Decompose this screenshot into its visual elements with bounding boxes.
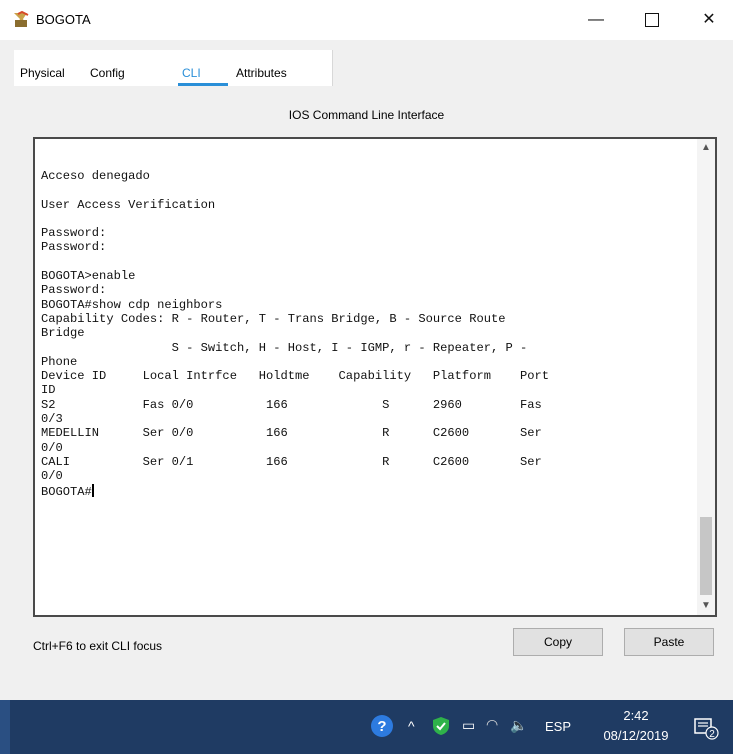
taskbar-app-indicator[interactable] (0, 700, 10, 754)
clock-time[interactable]: 2:42 (606, 708, 666, 723)
input-language[interactable]: ESP (545, 719, 571, 734)
terminal-line: Password: (41, 240, 107, 255)
scrollbar-thumb[interactable] (700, 517, 712, 595)
maximize-icon (645, 12, 659, 27)
terminal-line: S2 Fas 0/0 166 S 2960 Fas (41, 397, 542, 412)
terminal-line: CALI Ser 0/1 166 R C2600 Ser (41, 454, 542, 469)
terminal-line: ID (41, 383, 56, 398)
terminal-line: BOGOTA#show cdp neighbors (41, 297, 223, 312)
windows-taskbar: ? ^ ▭ ◠ 🔈 ESP 2:42 08/12/2019 2 (0, 700, 733, 754)
notification-count: 2 (709, 729, 715, 740)
window-title: BOGOTA (36, 12, 91, 27)
terminal-prompt-line[interactable]: BOGOTA# (41, 483, 691, 499)
paste-button[interactable]: Paste (624, 628, 714, 656)
help-icon[interactable]: ? (370, 714, 394, 738)
terminal-line: Bridge (41, 326, 85, 341)
terminal-prompt: BOGOTA# (41, 484, 92, 499)
cli-terminal[interactable]: Acceso denegado User Access Verification… (33, 137, 717, 617)
show-hidden-icons-icon[interactable]: ^ (408, 718, 415, 734)
tab-config[interactable]: Config (90, 66, 125, 80)
terminal-line: User Access Verification (41, 197, 216, 212)
close-button[interactable]: ✕ (697, 8, 721, 32)
maximize-button[interactable] (640, 8, 664, 32)
terminal-line: Password: (41, 283, 107, 298)
terminal-line: 0/3 (41, 412, 63, 427)
volume-icon[interactable]: 🔈 (510, 717, 527, 734)
terminal-line: S - Switch, H - Host, I - IGMP, r - Repe… (41, 340, 528, 355)
terminal-line: Acceso denegado (41, 169, 150, 183)
scroll-down-icon[interactable]: ▼ (697, 597, 715, 615)
notification-center-icon[interactable]: 2 (692, 714, 720, 742)
cli-focus-hint: Ctrl+F6 to exit CLI focus (33, 639, 163, 653)
terminal-line: Capability Codes: R - Router, T - Trans … (41, 311, 506, 326)
svg-text:?: ? (377, 718, 386, 735)
panel-title: IOS Command Line Interface (288, 108, 445, 122)
terminal-line: Device ID Local Intrfce Holdtme Capabili… (41, 369, 550, 384)
tab-cli[interactable]: CLI (182, 66, 201, 80)
tab-bar: Physical Config CLI Attributes (14, 50, 719, 86)
text-cursor (91, 483, 94, 497)
title-bar: BOGOTA — ✕ (0, 0, 733, 40)
security-shield-icon[interactable] (432, 716, 450, 736)
copy-button[interactable]: Copy (513, 628, 603, 656)
minimize-button[interactable]: — (584, 8, 608, 32)
clock-date[interactable]: 08/12/2019 (596, 728, 676, 743)
terminal-line: Password: (41, 226, 107, 241)
scroll-up-icon[interactable]: ▲ (697, 139, 715, 157)
terminal-output: Acceso denegado User Access Verification… (41, 169, 691, 499)
terminal-line: MEDELLIN Ser 0/0 166 R C2600 Ser (41, 426, 542, 441)
wifi-icon[interactable]: ◠ (486, 716, 498, 733)
tab-physical[interactable]: Physical (20, 66, 65, 80)
terminal-line: 0/0 (41, 440, 63, 455)
terminal-line: Phone (41, 354, 78, 369)
active-tab-indicator (178, 83, 228, 86)
router-app-icon (12, 10, 32, 30)
tab-attributes[interactable]: Attributes (236, 66, 287, 80)
terminal-scrollbar[interactable]: ▲ ▼ (697, 139, 715, 615)
network-adapter-icon[interactable]: ▭ (462, 717, 475, 734)
terminal-line: BOGOTA>enable (41, 269, 136, 284)
terminal-line: 0/0 (41, 469, 63, 484)
